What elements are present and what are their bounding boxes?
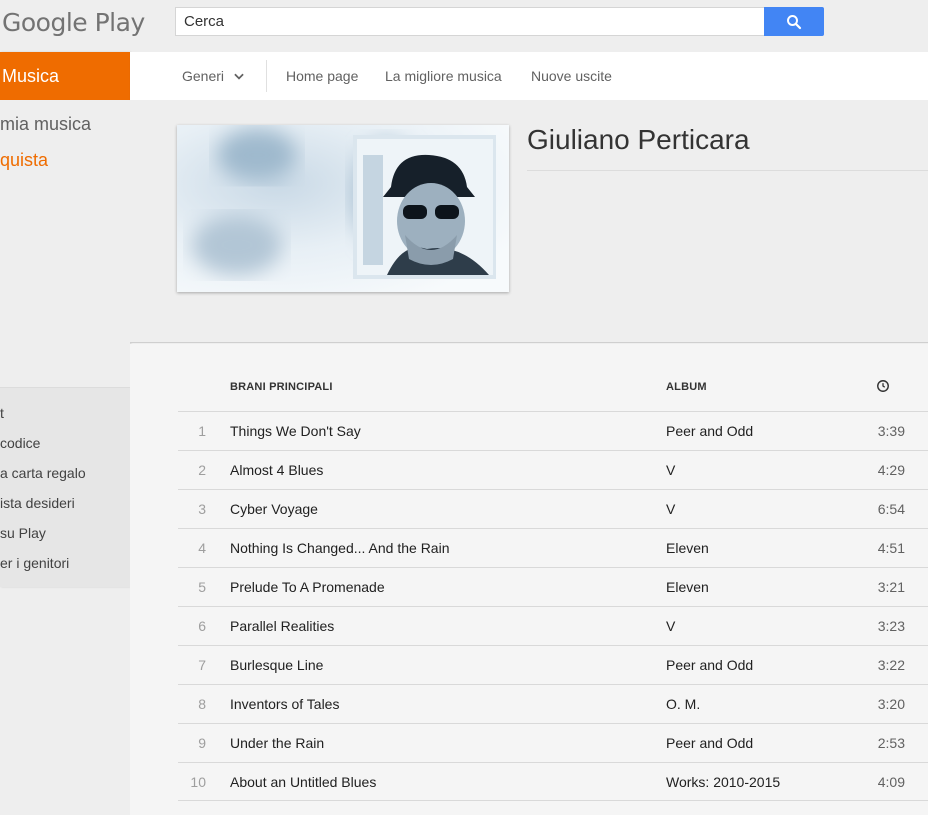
track-title[interactable]: Almost 4 Blues [230, 462, 323, 478]
track-number: 9 [198, 735, 206, 751]
track-number: 8 [198, 696, 206, 712]
sidebar-item-my-music[interactable]: mia musica [0, 114, 130, 135]
track-row[interactable]: 5 Prelude To A Promenade Eleven 3:21 [178, 567, 928, 606]
track-title[interactable]: Parallel Realities [230, 618, 334, 634]
track-title[interactable]: Burlesque Line [230, 657, 323, 673]
sidebar: Musica mia musica quista t codice a cart… [0, 52, 130, 587]
track-number: 3 [198, 501, 206, 517]
track-album[interactable]: V [666, 462, 675, 478]
track-duration: 4:29 [877, 462, 905, 478]
track-title[interactable]: Cyber Voyage [230, 501, 318, 517]
chevron-down-icon [234, 73, 244, 80]
track-duration: 4:09 [877, 774, 905, 790]
header-album: ALBUM [666, 381, 707, 393]
track-title[interactable]: Prelude To A Promenade [230, 579, 385, 595]
genres-dropdown[interactable]: Generi [182, 52, 246, 100]
track-row[interactable]: 2 Almost 4 Blues V 4:29 [178, 450, 928, 489]
sidebar-link-redeem-code[interactable]: codice [0, 435, 130, 451]
track-row[interactable]: 4 Nothing Is Changed... And the Rain Eleve… [178, 528, 928, 567]
track-duration: 3:39 [877, 423, 905, 439]
track-title[interactable]: Nothing Is Changed... And the Rain [230, 540, 449, 556]
search-icon [787, 14, 802, 29]
track-album[interactable]: V [666, 618, 675, 634]
track-title[interactable]: Under the Rain [230, 735, 324, 751]
sidebar-link-account[interactable]: t [0, 405, 130, 421]
track-duration: 3:21 [877, 579, 905, 595]
sidebar-link-parents[interactable]: er i genitori [0, 555, 130, 571]
nav-new-releases[interactable]: Nuove uscite [531, 52, 612, 100]
track-row[interactable]: 9 Under the Rain Peer and Odd 2:53 [178, 723, 928, 762]
track-row[interactable]: 7 Burlesque Line Peer and Odd 3:22 [178, 645, 928, 684]
track-duration: 2:53 [877, 735, 905, 751]
header-top-tracks: BRANI PRINCIPALI [230, 381, 333, 393]
track-album[interactable]: Peer and Odd [666, 423, 753, 439]
track-number: 6 [198, 618, 206, 634]
sidebar-section-musica[interactable]: Musica [0, 52, 130, 100]
artist-header: Giuliano Perticara [130, 100, 928, 343]
track-number: 1 [198, 423, 206, 439]
search-button[interactable] [764, 7, 824, 36]
sidebar-links: t codice a carta regalo ista desideri su… [0, 387, 130, 587]
sidebar-link-gift-card[interactable]: a carta regalo [0, 465, 130, 481]
track-number: 10 [190, 774, 206, 790]
clock-icon [877, 380, 889, 392]
google-play-logo[interactable]: Google Play [2, 8, 145, 37]
artist-name: Giuliano Perticara [527, 124, 750, 155]
artist-divider [527, 170, 928, 171]
sidebar-link-activity[interactable]: su Play [0, 525, 130, 541]
top-bar: Google Play [0, 0, 928, 52]
track-row[interactable]: 6 Parallel Realities V 3:23 [178, 606, 928, 645]
track-duration: 3:22 [877, 657, 905, 673]
artist-image[interactable] [177, 125, 509, 292]
track-number: 5 [198, 579, 206, 595]
track-album[interactable]: Peer and Odd [666, 735, 753, 751]
track-album[interactable]: O. M. [666, 696, 700, 712]
track-album[interactable]: Works: 2010-2015 [666, 774, 780, 790]
track-album[interactable]: Eleven [666, 540, 709, 556]
track-duration: 4:51 [877, 540, 905, 556]
track-title[interactable]: Inventors of Tales [230, 696, 339, 712]
track-row[interactable]: 3 Cyber Voyage V 6:54 [178, 489, 928, 528]
nav-top-music[interactable]: La migliore musica [385, 52, 502, 100]
track-row[interactable]: 8 Inventors of Tales O. M. 3:20 [178, 684, 928, 723]
track-row[interactable]: 10 About an Untitled Blues Works: 2010-201… [178, 762, 928, 801]
track-album[interactable]: Eleven [666, 579, 709, 595]
track-album[interactable]: V [666, 501, 675, 517]
top-tracks-section: BRANI PRINCIPALI ALBUM 1 Things We Don't … [130, 344, 928, 815]
search-input[interactable] [176, 8, 765, 35]
track-number: 7 [198, 657, 206, 673]
genres-label: Generi [182, 68, 225, 84]
sidebar-link-wishlist[interactable]: ista desideri [0, 495, 130, 511]
nav-home[interactable]: Home page [286, 52, 358, 100]
sidebar-item-shop[interactable]: quista [0, 150, 130, 171]
search-box[interactable] [175, 7, 765, 36]
track-row[interactable]: 1 Things We Don't Say Peer and Odd 3:39 [178, 411, 928, 450]
nav-divider [266, 60, 267, 92]
track-album[interactable]: Peer and Odd [666, 657, 753, 673]
track-title[interactable]: Things We Don't Say [230, 423, 361, 439]
nav-bar: Generi Home page La migliore musica Nuov… [130, 52, 928, 100]
track-title[interactable]: About an Untitled Blues [230, 774, 376, 790]
track-duration: 3:20 [877, 696, 905, 712]
track-duration: 3:23 [877, 618, 905, 634]
track-duration: 6:54 [877, 501, 905, 517]
track-number: 4 [198, 540, 206, 556]
track-number: 2 [198, 462, 206, 478]
